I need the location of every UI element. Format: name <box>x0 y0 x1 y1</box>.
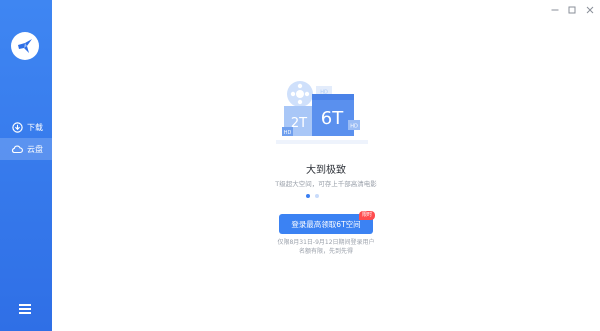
hd-label: HD <box>350 124 358 130</box>
app-logo[interactable] <box>11 32 39 60</box>
sidebar-item-label: 下载 <box>27 122 43 132</box>
cloud-icon <box>11 143 23 155</box>
small-capacity-label: 2T <box>291 116 307 131</box>
carousel-dot[interactable] <box>315 194 319 198</box>
swallow-logo-icon <box>18 39 32 53</box>
carousel-dot[interactable] <box>306 194 310 198</box>
hd-label: HD <box>284 130 292 136</box>
promo-note-period: 仅限8月31日-9月12日期间登录用户 <box>277 239 375 246</box>
hamburger-icon <box>19 304 31 306</box>
maximize-icon <box>568 6 576 14</box>
large-capacity-label: 6T <box>321 108 344 129</box>
promo-note-limit: 名额有限，先到先得 <box>298 248 353 255</box>
sidebar-item-download[interactable]: 下载 <box>0 116 52 138</box>
minimize-button[interactable] <box>549 4 561 16</box>
promo-title: 大到极致 <box>306 165 346 176</box>
promo-subtitle: T级超大空间，可存上千部高清电影 <box>275 180 377 188</box>
sidebar: 下载 云盘 <box>0 0 52 331</box>
limited-time-badge: 限时 <box>359 211 376 220</box>
close-button[interactable] <box>584 4 596 16</box>
carousel-indicator <box>306 194 319 198</box>
sidebar-item-label: 云盘 <box>27 144 43 154</box>
sidebar-item-cloud[interactable]: 云盘 <box>0 138 52 160</box>
close-icon <box>586 6 594 14</box>
minimize-icon <box>551 9 559 11</box>
menu-button[interactable] <box>19 304 31 314</box>
download-icon <box>11 121 23 133</box>
cloud-storage-illustration: 2T HD HD 6T HD <box>276 81 368 144</box>
maximize-button[interactable] <box>566 4 578 16</box>
